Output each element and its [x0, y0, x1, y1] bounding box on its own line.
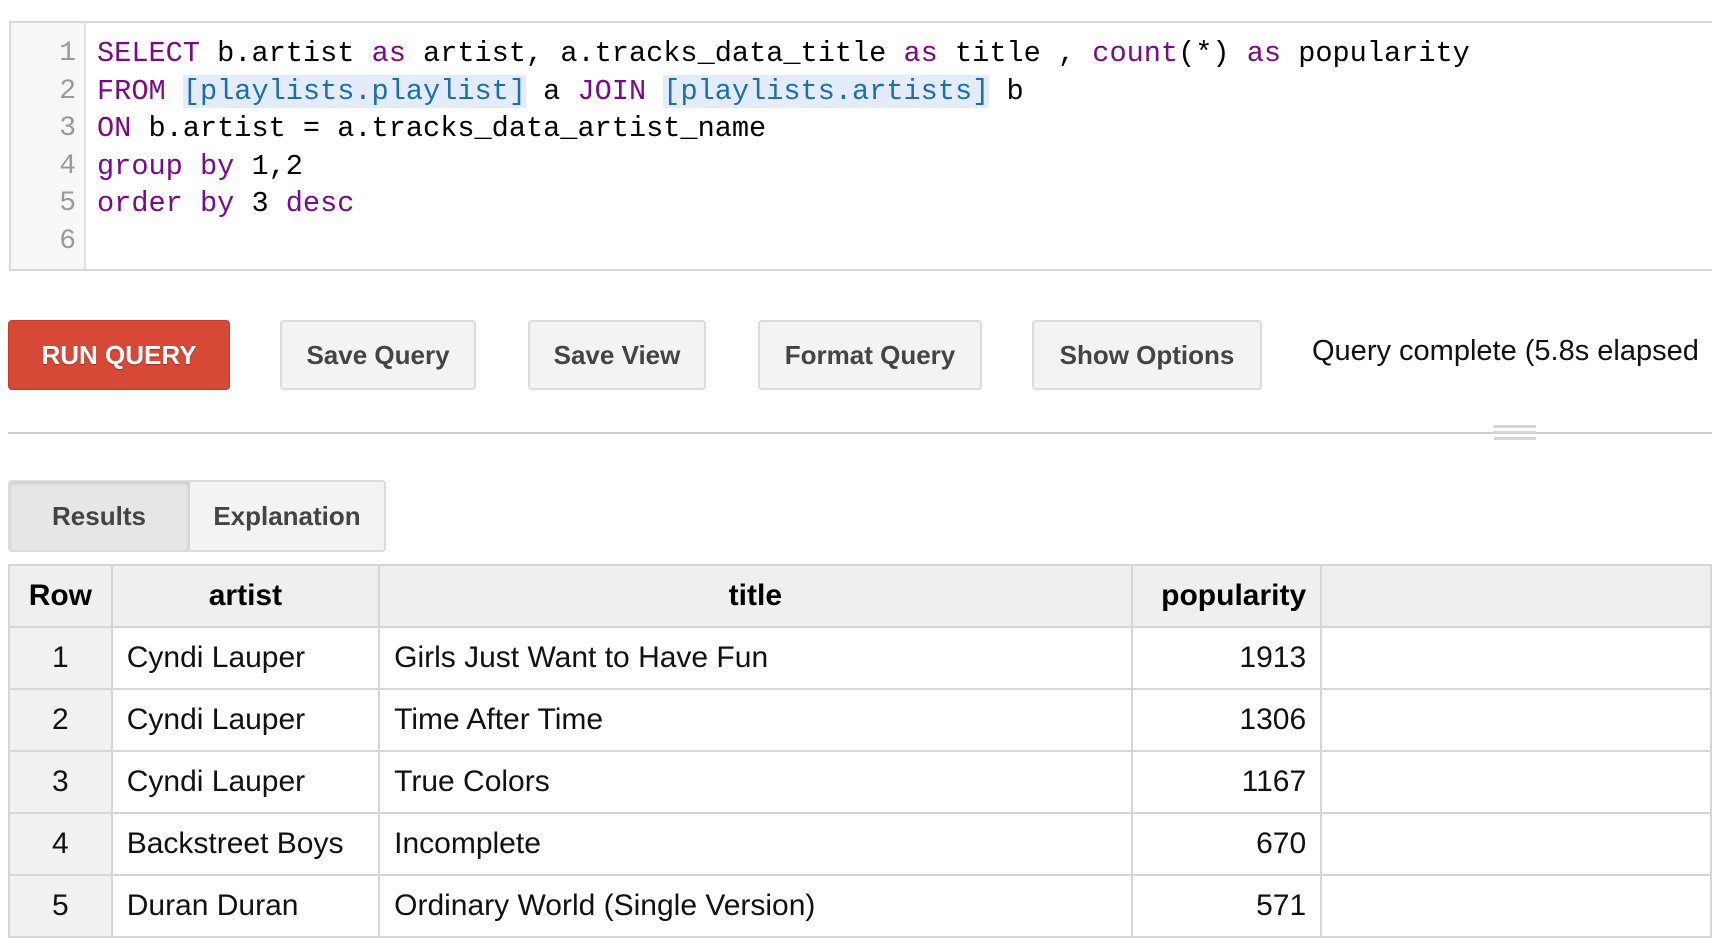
row-number-cell: 5	[8, 874, 113, 938]
row-number-cell: 4	[8, 812, 113, 876]
title-cell: Incomplete	[378, 812, 1133, 876]
sql-keyword: as	[371, 37, 406, 70]
artist-cell: Backstreet Boys	[110, 812, 381, 876]
sql-text: b	[989, 74, 1024, 108]
artist-cell: Cyndi Lauper	[110, 626, 381, 690]
sql-text: 1,2	[234, 149, 303, 183]
tab-explanation[interactable]: Explanation	[190, 482, 384, 550]
sql-text: 3	[234, 187, 286, 220]
results-table: Row artist title popularity 1 Cyndi Laupe…	[8, 564, 1712, 938]
sql-keyword: desc	[285, 187, 355, 220]
sql-keyword: FROM	[97, 74, 166, 108]
line-number: 5	[59, 188, 76, 219]
query-status-text: Query complete (5.8s elapsed	[1312, 335, 1699, 367]
popularity-cell: 670	[1130, 812, 1323, 876]
popularity-cell: 1913	[1130, 626, 1323, 690]
filler-cell	[1320, 688, 1712, 752]
save-query-button[interactable]: Save Query	[280, 320, 476, 390]
sql-keyword: group by	[97, 149, 235, 183]
line-number-gutter: 1 2 3 4 5 6	[11, 23, 86, 269]
artist-cell: Duran Duran	[110, 874, 381, 938]
table-header-row: Row artist title popularity	[8, 564, 1712, 628]
popularity-cell: 1306	[1130, 688, 1323, 752]
table-row[interactable]: 2 Cyndi Lauper Time After Time 1306	[8, 688, 1712, 752]
line-number: 4	[59, 150, 76, 182]
tab-results[interactable]: Results	[10, 482, 190, 550]
code-line[interactable]: FROM [playlists.playlist] a JOIN [playli…	[97, 73, 1712, 111]
sql-text: b.artist = a.tracks_data_artist_name	[131, 112, 767, 145]
column-header-popularity[interactable]: popularity	[1130, 564, 1323, 628]
code-line[interactable]	[97, 223, 1712, 261]
sql-table-reference: [playlists.artists]	[663, 74, 990, 108]
format-query-button[interactable]: Format Query	[758, 320, 982, 390]
sql-keyword: ON	[97, 112, 132, 145]
sql-keyword: as	[903, 37, 938, 70]
filler-cell	[1320, 874, 1712, 938]
sql-text: a	[526, 74, 578, 108]
save-view-button[interactable]: Save View	[528, 320, 706, 390]
sql-text: popularity	[1281, 37, 1470, 70]
run-query-button[interactable]: RUN QUERY	[8, 320, 230, 390]
title-cell: Ordinary World (Single Version)	[378, 874, 1133, 938]
title-cell: Time After Time	[378, 688, 1133, 752]
code-area[interactable]: SELECT b.artist as artist, a.tracks_data…	[97, 35, 1712, 260]
sql-table-reference: [playlists.playlist]	[182, 74, 526, 108]
sql-text: b.artist	[199, 37, 372, 70]
artist-cell: Cyndi Lauper	[110, 750, 381, 814]
artist-cell: Cyndi Lauper	[110, 688, 381, 752]
sql-keyword: SELECT	[97, 37, 200, 70]
code-line[interactable]: ON b.artist = a.tracks_data_artist_name	[97, 110, 1712, 148]
editor-results-divider	[8, 432, 1712, 434]
results-tabs: Results Explanation	[8, 480, 386, 552]
sql-text: (*)	[1178, 37, 1247, 70]
popularity-cell: 571	[1130, 874, 1323, 938]
popularity-cell: 1167	[1130, 750, 1323, 814]
sql-text: title ,	[937, 37, 1093, 70]
line-number: 1	[59, 38, 76, 69]
sql-keyword: JOIN	[577, 74, 647, 108]
code-line[interactable]: SELECT b.artist as artist, a.tracks_data…	[97, 35, 1712, 73]
sql-keyword: order by	[97, 187, 235, 220]
title-cell: Girls Just Want to Have Fun	[378, 626, 1133, 690]
column-header-title[interactable]: title	[378, 564, 1133, 628]
title-cell: True Colors	[378, 750, 1133, 814]
column-header-artist[interactable]: artist	[110, 564, 381, 628]
line-number: 2	[59, 75, 76, 107]
column-header-row[interactable]: Row	[8, 564, 113, 628]
table-row[interactable]: 4 Backstreet Boys Incomplete 670	[8, 812, 1712, 876]
code-line[interactable]: group by 1,2	[97, 148, 1712, 186]
filler-cell	[1320, 626, 1712, 690]
resize-handle[interactable]	[1494, 423, 1536, 442]
sql-keyword: as	[1246, 37, 1282, 70]
table-row[interactable]: 1 Cyndi Lauper Girls Just Want to Have Fun…	[8, 626, 1712, 690]
table-row[interactable]: 3 Cyndi Lauper True Colors 1167	[8, 750, 1712, 814]
row-number-cell: 2	[8, 688, 113, 752]
query-editor[interactable]: 1 2 3 4 5 6 SELECT b.artist as artist, a.trac…	[9, 21, 1712, 271]
line-number: 6	[59, 225, 76, 257]
column-header-filler	[1320, 564, 1712, 628]
sql-keyword: count	[1092, 37, 1179, 70]
table-row[interactable]: 5 Duran Duran Ordinary World (Single Versi…	[8, 874, 1712, 938]
row-number-cell: 1	[8, 626, 113, 690]
sql-text: artist, a.tracks_data_title	[405, 37, 904, 70]
code-line[interactable]: order by 3 desc	[97, 185, 1712, 223]
line-number: 3	[59, 113, 76, 144]
filler-cell	[1320, 750, 1712, 814]
row-number-cell: 3	[8, 750, 113, 814]
show-options-button[interactable]: Show Options	[1032, 320, 1262, 390]
filler-cell	[1320, 812, 1712, 876]
